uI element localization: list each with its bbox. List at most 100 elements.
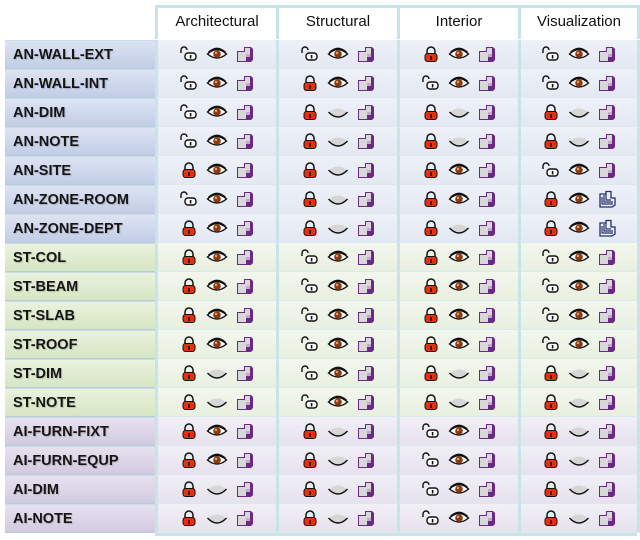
lock-open-icon[interactable]	[299, 306, 321, 324]
plot-icon[interactable]	[596, 393, 618, 411]
lock-open-icon[interactable]	[178, 190, 200, 208]
plot-icon[interactable]	[476, 335, 498, 353]
lock-closed-icon[interactable]	[540, 509, 562, 527]
eye-hidden-icon[interactable]	[448, 219, 470, 237]
plot-icon[interactable]	[596, 451, 618, 469]
plot-icon[interactable]	[355, 74, 377, 92]
plot-icon[interactable]	[355, 277, 377, 295]
lock-closed-icon[interactable]	[420, 161, 442, 179]
eye-hidden-icon[interactable]	[327, 190, 349, 208]
plot-icon[interactable]	[476, 364, 498, 382]
plot-icon[interactable]	[234, 509, 256, 527]
lock-open-icon[interactable]	[178, 132, 200, 150]
lock-open-icon[interactable]	[299, 45, 321, 63]
eye-visible-icon[interactable]	[206, 306, 228, 324]
lock-closed-icon[interactable]	[540, 219, 562, 237]
plot-icon[interactable]	[234, 277, 256, 295]
eye-visible-icon[interactable]	[568, 219, 590, 237]
eye-hidden-icon[interactable]	[206, 509, 228, 527]
eye-visible-icon[interactable]	[568, 248, 590, 266]
lock-closed-icon[interactable]	[540, 422, 562, 440]
eye-visible-icon[interactable]	[448, 190, 470, 208]
lock-open-icon[interactable]	[178, 103, 200, 121]
plot-icon[interactable]	[596, 74, 618, 92]
lock-open-icon[interactable]	[540, 161, 562, 179]
plot-icon[interactable]	[234, 45, 256, 63]
lock-closed-icon[interactable]	[299, 219, 321, 237]
lock-closed-icon[interactable]	[540, 393, 562, 411]
eye-hidden-icon[interactable]	[206, 480, 228, 498]
lock-open-icon[interactable]	[299, 335, 321, 353]
eye-hidden-icon[interactable]	[448, 103, 470, 121]
lock-open-icon[interactable]	[178, 74, 200, 92]
lock-open-icon[interactable]	[299, 248, 321, 266]
eye-visible-icon[interactable]	[448, 306, 470, 324]
layer-name[interactable]: AN-WALL-EXT	[5, 40, 155, 69]
eye-visible-icon[interactable]	[568, 277, 590, 295]
eye-visible-icon[interactable]	[327, 248, 349, 266]
plot-icon[interactable]	[596, 364, 618, 382]
plot-icon[interactable]	[476, 422, 498, 440]
plot-icon[interactable]	[476, 132, 498, 150]
layer-name[interactable]: AN-ZONE-ROOM	[5, 185, 155, 214]
lock-closed-icon[interactable]	[420, 45, 442, 63]
plot-icon[interactable]	[234, 422, 256, 440]
plot-icon[interactable]	[596, 161, 618, 179]
eye-visible-icon[interactable]	[448, 335, 470, 353]
plot-icon[interactable]	[234, 248, 256, 266]
layer-name[interactable]: AN-SITE	[5, 156, 155, 185]
plot-icon[interactable]	[476, 393, 498, 411]
lock-open-icon[interactable]	[540, 248, 562, 266]
layer-name[interactable]: AI-FURN-EQUP	[5, 446, 155, 475]
lock-closed-icon[interactable]	[178, 422, 200, 440]
lock-closed-icon[interactable]	[299, 161, 321, 179]
eye-hidden-icon[interactable]	[327, 509, 349, 527]
lock-closed-icon[interactable]	[178, 451, 200, 469]
plot-icon[interactable]	[476, 219, 498, 237]
plot-icon[interactable]	[355, 393, 377, 411]
lock-closed-icon[interactable]	[420, 248, 442, 266]
plot-style-alt-icon[interactable]	[596, 219, 618, 237]
eye-hidden-icon[interactable]	[327, 103, 349, 121]
plot-icon[interactable]	[476, 509, 498, 527]
plot-icon[interactable]	[476, 161, 498, 179]
lock-closed-icon[interactable]	[178, 161, 200, 179]
plot-icon[interactable]	[596, 509, 618, 527]
plot-icon[interactable]	[355, 364, 377, 382]
lock-closed-icon[interactable]	[420, 219, 442, 237]
plot-icon[interactable]	[355, 335, 377, 353]
lock-open-icon[interactable]	[540, 277, 562, 295]
plot-icon[interactable]	[355, 161, 377, 179]
eye-visible-icon[interactable]	[206, 74, 228, 92]
lock-open-icon[interactable]	[420, 451, 442, 469]
plot-icon[interactable]	[476, 306, 498, 324]
eye-hidden-icon[interactable]	[327, 422, 349, 440]
plot-icon[interactable]	[234, 132, 256, 150]
layer-name[interactable]: AN-NOTE	[5, 127, 155, 156]
lock-closed-icon[interactable]	[299, 451, 321, 469]
eye-visible-icon[interactable]	[327, 277, 349, 295]
lock-closed-icon[interactable]	[540, 364, 562, 382]
eye-hidden-icon[interactable]	[448, 393, 470, 411]
eye-hidden-icon[interactable]	[327, 132, 349, 150]
layer-name[interactable]: AN-DIM	[5, 98, 155, 127]
plot-icon[interactable]	[234, 74, 256, 92]
lock-closed-icon[interactable]	[299, 422, 321, 440]
eye-visible-icon[interactable]	[206, 132, 228, 150]
eye-hidden-icon[interactable]	[327, 451, 349, 469]
lock-closed-icon[interactable]	[299, 132, 321, 150]
eye-visible-icon[interactable]	[448, 45, 470, 63]
lock-open-icon[interactable]	[420, 74, 442, 92]
lock-closed-icon[interactable]	[299, 103, 321, 121]
layer-name[interactable]: AI-FURN-FIXT	[5, 417, 155, 446]
eye-hidden-icon[interactable]	[327, 480, 349, 498]
layer-name[interactable]: ST-ROOF	[5, 330, 155, 359]
eye-hidden-icon[interactable]	[568, 451, 590, 469]
plot-icon[interactable]	[596, 248, 618, 266]
lock-closed-icon[interactable]	[540, 451, 562, 469]
plot-icon[interactable]	[234, 364, 256, 382]
lock-closed-icon[interactable]	[540, 103, 562, 121]
eye-visible-icon[interactable]	[568, 190, 590, 208]
eye-hidden-icon[interactable]	[327, 219, 349, 237]
eye-hidden-icon[interactable]	[568, 480, 590, 498]
